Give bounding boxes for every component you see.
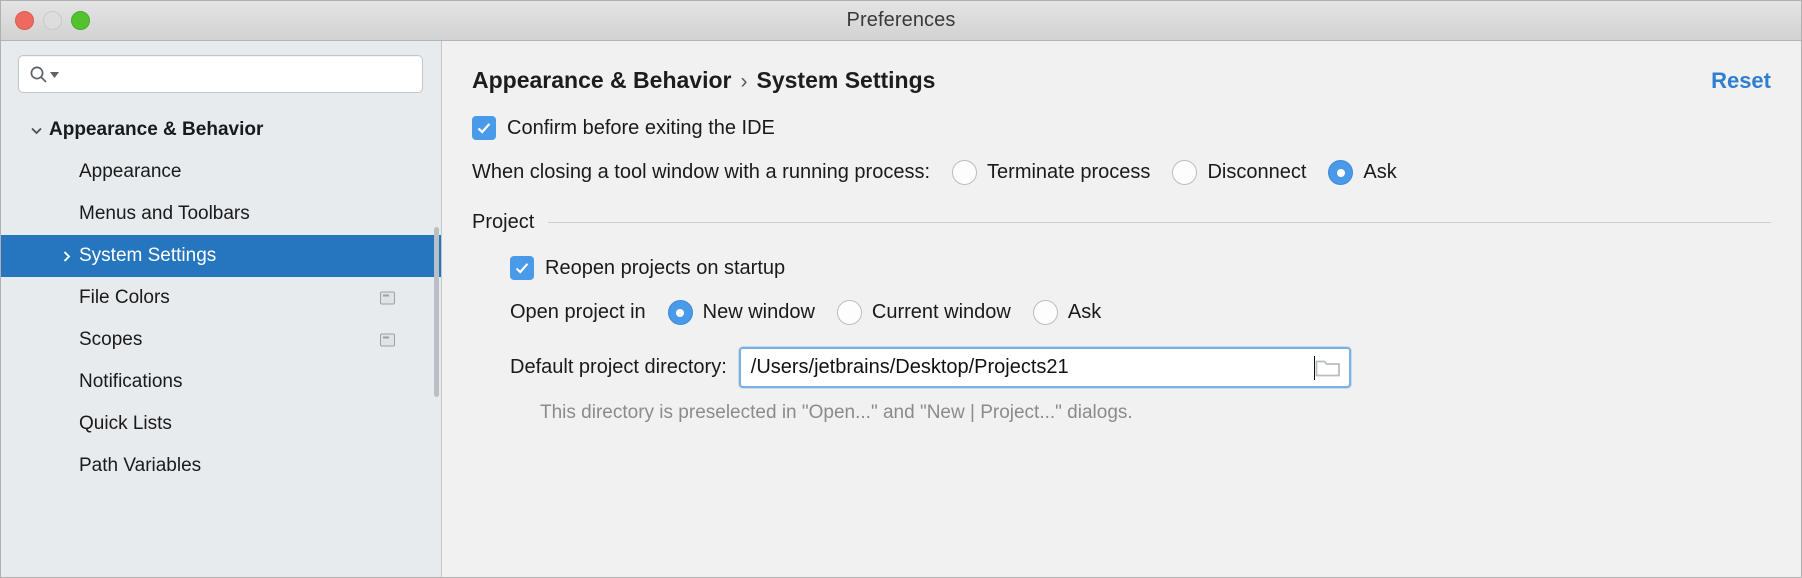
folder-icon[interactable]	[1315, 357, 1341, 378]
project-group-header: Project	[472, 211, 1771, 234]
sidebar-item-label: Scopes	[79, 329, 143, 350]
default-directory-row: Default project directory: /Users/jetbra…	[472, 347, 1771, 388]
project-group-title: Project	[472, 211, 535, 233]
radio-button[interactable]	[952, 160, 978, 185]
breadcrumb-current: System Settings	[756, 67, 936, 93]
breadcrumb-parent[interactable]: Appearance & Behavior	[472, 67, 731, 93]
tool-window-row: When closing a tool window with a runnin…	[472, 160, 1771, 185]
radio-button[interactable]	[836, 300, 862, 325]
window-title: Preferences	[846, 9, 956, 31]
radio-label: New window	[702, 301, 815, 323]
radio-disconnect[interactable]: Disconnect	[1172, 160, 1306, 185]
default-directory-value: /Users/jetbrains/Desktop/Projects21	[750, 356, 1069, 378]
sidebar-item-label: File Colors	[79, 287, 170, 308]
settings-sidebar: Appearance & Behavior Appearance Menus a…	[1, 41, 442, 577]
default-directory-label: Default project directory:	[510, 356, 727, 378]
confirm-exit-checkbox[interactable]	[472, 116, 496, 140]
radio-terminate-process[interactable]: Terminate process	[952, 160, 1150, 185]
sidebar-item-scopes[interactable]: Scopes	[1, 319, 441, 361]
sidebar-item-label: Quick Lists	[79, 413, 172, 434]
group-separator	[548, 222, 1771, 223]
sidebar-item-label: System Settings	[79, 245, 217, 266]
tool-window-label: When closing a tool window with a runnin…	[472, 161, 931, 183]
checkmark-icon	[477, 123, 491, 134]
checkmark-icon	[515, 263, 529, 274]
default-directory-hint: This directory is preselected in "Open..…	[540, 402, 1133, 423]
sidebar-item-system-settings[interactable]: System Settings	[1, 235, 441, 277]
sidebar-item-notifications[interactable]: Notifications	[1, 361, 441, 403]
window-body: Appearance & Behavior Appearance Menus a…	[1, 41, 1801, 577]
radio-label: Current window	[871, 301, 1011, 323]
sidebar-item-quick-lists[interactable]: Quick Lists	[1, 403, 441, 445]
breadcrumb-separator-icon: ›	[740, 70, 748, 93]
chevron-right-icon[interactable]	[53, 249, 79, 264]
radio-button[interactable]	[1032, 300, 1058, 325]
search-icon	[29, 65, 59, 84]
settings-tree: Appearance & Behavior Appearance Menus a…	[1, 103, 441, 577]
radio-new-window[interactable]: New window	[667, 300, 815, 325]
search-box[interactable]	[18, 55, 423, 93]
radio-ask-tool-window[interactable]: Ask	[1328, 160, 1397, 185]
sidebar-item-file-colors[interactable]: File Colors	[1, 277, 441, 319]
radio-label: Disconnect	[1207, 161, 1307, 183]
radio-button-selected[interactable]	[667, 300, 693, 325]
preferences-window: Preferences Appearance & Behavior Appear…	[0, 0, 1802, 578]
reopen-projects-row[interactable]: Reopen projects on startup	[472, 256, 1771, 280]
default-directory-field[interactable]: /Users/jetbrains/Desktop/Projects21	[738, 347, 1351, 388]
sidebar-scrollbar[interactable]	[434, 227, 439, 397]
search-input[interactable]	[65, 65, 412, 83]
breadcrumb-row: Appearance & Behavior › System Settings Re…	[472, 67, 1771, 94]
sidebar-item-appearance-and-behavior[interactable]: Appearance & Behavior	[1, 109, 441, 151]
search-area	[1, 41, 441, 103]
project-scope-badge-icon	[380, 333, 395, 347]
confirm-exit-row[interactable]: Confirm before exiting the IDE	[472, 116, 1771, 140]
radio-label: Terminate process	[987, 161, 1151, 183]
radio-button[interactable]	[1172, 160, 1198, 185]
reopen-projects-label: Reopen projects on startup	[545, 256, 786, 279]
sidebar-item-label: Menus and Toolbars	[79, 203, 250, 224]
sidebar-item-path-variables[interactable]: Path Variables	[1, 445, 441, 487]
reset-link[interactable]: Reset	[1711, 68, 1771, 94]
confirm-exit-label: Confirm before exiting the IDE	[507, 116, 775, 139]
sidebar-item-label: Notifications	[79, 371, 183, 392]
reopen-projects-checkbox[interactable]	[510, 256, 534, 280]
title-bar: Preferences	[1, 1, 1801, 41]
sidebar-item-appearance[interactable]: Appearance	[1, 151, 441, 193]
sidebar-item-label: Appearance & Behavior	[49, 119, 264, 140]
sidebar-item-menus-and-toolbars[interactable]: Menus and Toolbars	[1, 193, 441, 235]
radio-label: Ask	[1363, 161, 1397, 183]
project-scope-badge-icon	[380, 291, 395, 305]
sidebar-item-label: Path Variables	[79, 455, 202, 476]
chevron-down-icon	[50, 71, 59, 78]
radio-button-selected[interactable]	[1328, 160, 1354, 185]
radio-label: Ask	[1067, 301, 1102, 323]
breadcrumb: Appearance & Behavior › System Settings	[472, 67, 935, 94]
settings-main-pane: Appearance & Behavior › System Settings Re…	[442, 41, 1801, 577]
open-project-in-label: Open project in	[510, 301, 646, 323]
sidebar-item-label: Appearance	[79, 161, 182, 182]
radio-current-window[interactable]: Current window	[836, 300, 1011, 325]
open-project-in-row: Open project in New window Current windo…	[472, 300, 1771, 325]
chevron-down-icon[interactable]	[23, 123, 49, 138]
radio-ask-open-project[interactable]: Ask	[1032, 300, 1102, 325]
